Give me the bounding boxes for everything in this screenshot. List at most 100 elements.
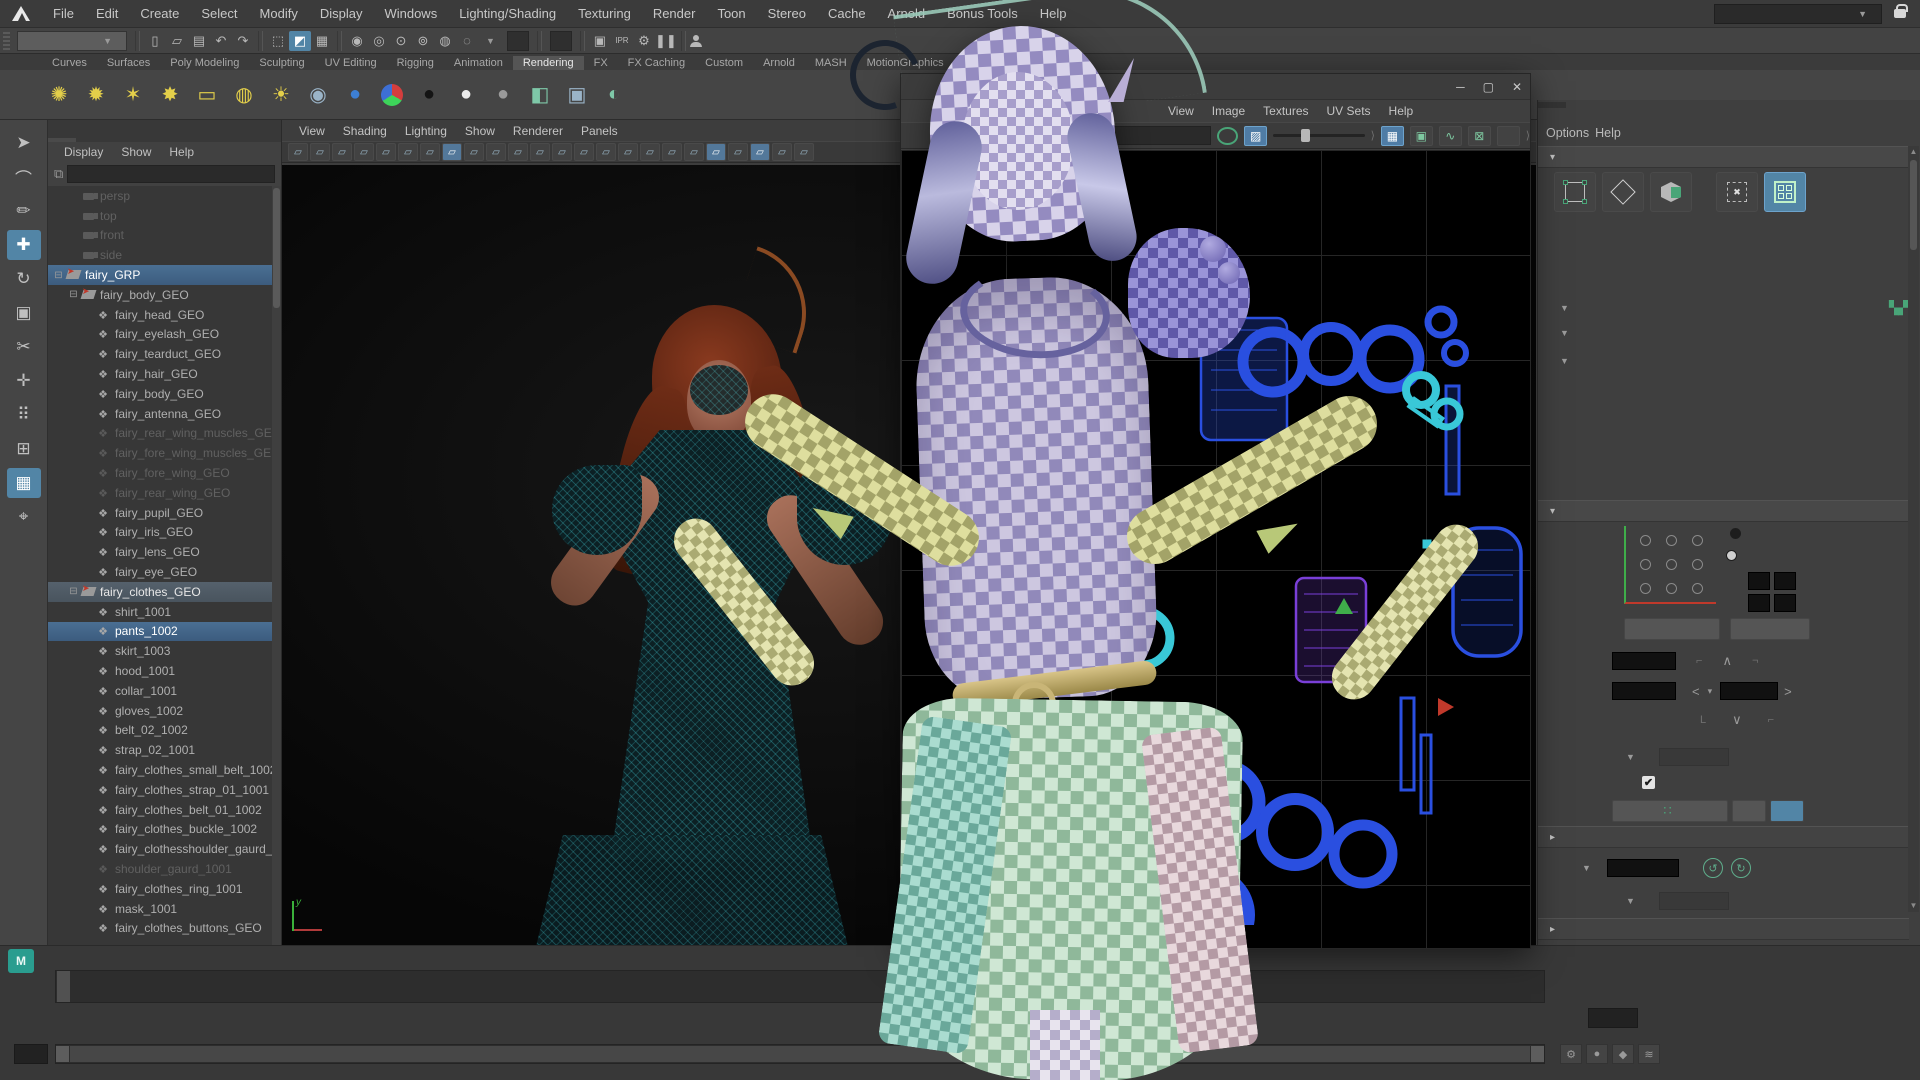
select-hierarchy-icon[interactable]: ⬚: [267, 31, 289, 51]
multi-component-tool[interactable]: ⊞: [7, 434, 41, 464]
outliner-item-belt-02-1002[interactable]: ❖belt_02_1002: [48, 721, 281, 741]
workspace-lock-icon[interactable]: [1894, 9, 1906, 18]
group-grip-icon[interactable]: [3, 32, 10, 50]
symmetry-row[interactable]: ▼ ▚▞: [1552, 300, 1907, 316]
playhead[interactable]: [57, 971, 70, 1002]
layout-pair-tool[interactable]: ⠿: [7, 400, 41, 430]
range-slider[interactable]: [55, 1044, 1545, 1064]
move-step-snap-row[interactable]: ▼: [1618, 748, 1729, 766]
snap-grid-icon[interactable]: ◉: [346, 31, 368, 51]
face-select-icon[interactable]: [1650, 172, 1692, 212]
live-surface-field[interactable]: [507, 31, 529, 51]
snap-point-icon[interactable]: ⊙: [390, 31, 412, 51]
outliner-item-fairy-tearduct-geo[interactable]: ❖fairy_tearduct_GEO: [48, 344, 281, 364]
select-object-icon[interactable]: ◩: [289, 31, 311, 51]
uv-canvas[interactable]: [901, 150, 1530, 948]
isolate-select-icon[interactable]: ▱: [772, 143, 792, 161]
menu-lighting-shading[interactable]: Lighting/Shading: [448, 0, 567, 28]
uv-menu-textures[interactable]: Textures: [1254, 104, 1317, 118]
pivot-selection-radio[interactable]: [1730, 528, 1751, 539]
uv-menu-help[interactable]: Help: [1380, 104, 1423, 118]
checker-texture-icon[interactable]: ▦: [1381, 126, 1404, 146]
outliner-item-fairy-clothes-buckle-1002[interactable]: ❖fairy_clothes_buckle_1002: [48, 820, 281, 840]
pivot-v-min-field[interactable]: [1748, 594, 1770, 612]
move-tool[interactable]: ✚: [7, 230, 41, 260]
grab-uv-tool[interactable]: ✛: [7, 366, 41, 396]
reset-pivot-button[interactable]: [1730, 618, 1810, 640]
menu-cache[interactable]: Cache: [817, 0, 877, 28]
xray-icon[interactable]: ▱: [794, 143, 814, 161]
minimize-icon[interactable]: ─: [1456, 80, 1465, 94]
new-scene-icon[interactable]: ▯: [144, 31, 166, 51]
menu-toon[interactable]: Toon: [706, 0, 756, 28]
viewport-menu-shading[interactable]: Shading: [334, 124, 396, 138]
distribute-button[interactable]: ∷: [1612, 800, 1728, 822]
bookmark-icon[interactable]: ▱: [354, 143, 374, 161]
motion-blur-icon[interactable]: ▱: [728, 143, 748, 161]
workspace-select[interactable]: ▼: [1714, 4, 1882, 24]
outliner-item-fairy-body-geo[interactable]: ❖fairy_body_GEO: [48, 384, 281, 404]
shelf-tab-sculpting[interactable]: Sculpting: [249, 56, 314, 70]
outliner-menu-show[interactable]: Show: [113, 145, 159, 159]
viewport-menu-renderer[interactable]: Renderer: [504, 124, 572, 138]
render-view-icon[interactable]: ▣: [560, 78, 594, 112]
redo-icon[interactable]: ↷: [232, 31, 254, 51]
cut-uv-tool[interactable]: ✂: [7, 332, 41, 362]
shaded-icon[interactable]: ▱: [618, 143, 638, 161]
psd-network-icon[interactable]: [1497, 126, 1520, 146]
shelf-tab-poly-modeling[interactable]: Poly Modeling: [160, 56, 249, 70]
outliner-item-mask-1001[interactable]: ❖mask_1001: [48, 899, 281, 919]
make-live-icon[interactable]: ◌: [456, 31, 478, 51]
move-step-field[interactable]: [1720, 682, 1778, 700]
scale-tool[interactable]: ▣: [7, 298, 41, 328]
toolkit-scrollbar[interactable]: ▲▼: [1908, 146, 1919, 912]
expander-icon[interactable]: ⊟: [52, 270, 65, 281]
shelf-tab-arnold[interactable]: Arnold: [753, 56, 805, 70]
rotate-step-snap-row[interactable]: ▼: [1618, 892, 1729, 910]
shading-sphere-gray-icon[interactable]: ●: [486, 78, 520, 112]
current-frame-field[interactable]: [1588, 1008, 1638, 1028]
pivot-u-max-field[interactable]: [1774, 572, 1796, 590]
open-scene-icon[interactable]: ▱: [166, 31, 188, 51]
use-all-lights-icon[interactable]: ▱: [662, 143, 682, 161]
outliner-menu-help[interactable]: Help: [161, 145, 202, 159]
outliner-item-fairy-fore-wing-geo[interactable]: ❖fairy_fore_wing_GEO: [48, 463, 281, 483]
safe-title-icon[interactable]: ▱: [574, 143, 594, 161]
shelf-tab-curves[interactable]: Curves: [42, 56, 97, 70]
snap-projected-center-icon[interactable]: ⊚: [412, 31, 434, 51]
outliner-item-fairy-clothes-ring-1001[interactable]: ❖fairy_clothes_ring_1001: [48, 879, 281, 899]
wireframe-icon[interactable]: ▱: [596, 143, 616, 161]
directional-light-icon[interactable]: ✹: [79, 78, 113, 112]
menu-edit[interactable]: Edit: [85, 0, 129, 28]
textured-icon[interactable]: ▱: [640, 143, 660, 161]
menu-modify[interactable]: Modify: [249, 0, 309, 28]
menu-render[interactable]: Render: [642, 0, 707, 28]
move-u-field[interactable]: [1612, 652, 1676, 670]
menu-create[interactable]: Create: [129, 0, 190, 28]
uv-shell-select-icon[interactable]: [1764, 172, 1806, 212]
viewport-menu-lighting[interactable]: Lighting: [396, 124, 456, 138]
ambient-light-icon[interactable]: ✺: [42, 78, 76, 112]
point-light-icon[interactable]: ✶: [116, 78, 150, 112]
outliner-item-fairy-head-geo[interactable]: ❖fairy_head_GEO: [48, 305, 281, 325]
rotate-cw-icon[interactable]: ↻: [1731, 858, 1751, 878]
zoom-tool[interactable]: ⌖: [7, 502, 41, 532]
rotate-tool[interactable]: ↻: [7, 264, 41, 294]
playback-speed-icon[interactable]: ≋: [1638, 1044, 1660, 1064]
uv-borders-icon[interactable]: ⊠: [1468, 126, 1491, 146]
menuset-dropdown[interactable]: ▼: [17, 31, 127, 51]
uv-editor-titlebar[interactable]: ─ ▢ ✕: [901, 74, 1530, 100]
menu-bonus-tools[interactable]: Bonus Tools: [936, 0, 1029, 28]
viewport-menu-show[interactable]: Show: [456, 124, 504, 138]
toolkit-menu-options[interactable]: Options: [1546, 126, 1589, 140]
uv-menu-image[interactable]: Image: [1203, 104, 1254, 118]
menu-help[interactable]: Help: [1029, 0, 1078, 28]
screen-space-ao-icon[interactable]: ▱: [706, 143, 726, 161]
uv-menu-view[interactable]: View: [1159, 104, 1203, 118]
snap-view-plane-icon[interactable]: ◍: [434, 31, 456, 51]
expander-icon[interactable]: ⊟: [67, 586, 80, 597]
shadows-icon[interactable]: ▱: [684, 143, 704, 161]
toolkit-menu-help[interactable]: Help: [1595, 126, 1621, 140]
snap-curve-icon[interactable]: ◎: [368, 31, 390, 51]
retain-spacing-row[interactable]: ✔: [1642, 776, 1663, 789]
